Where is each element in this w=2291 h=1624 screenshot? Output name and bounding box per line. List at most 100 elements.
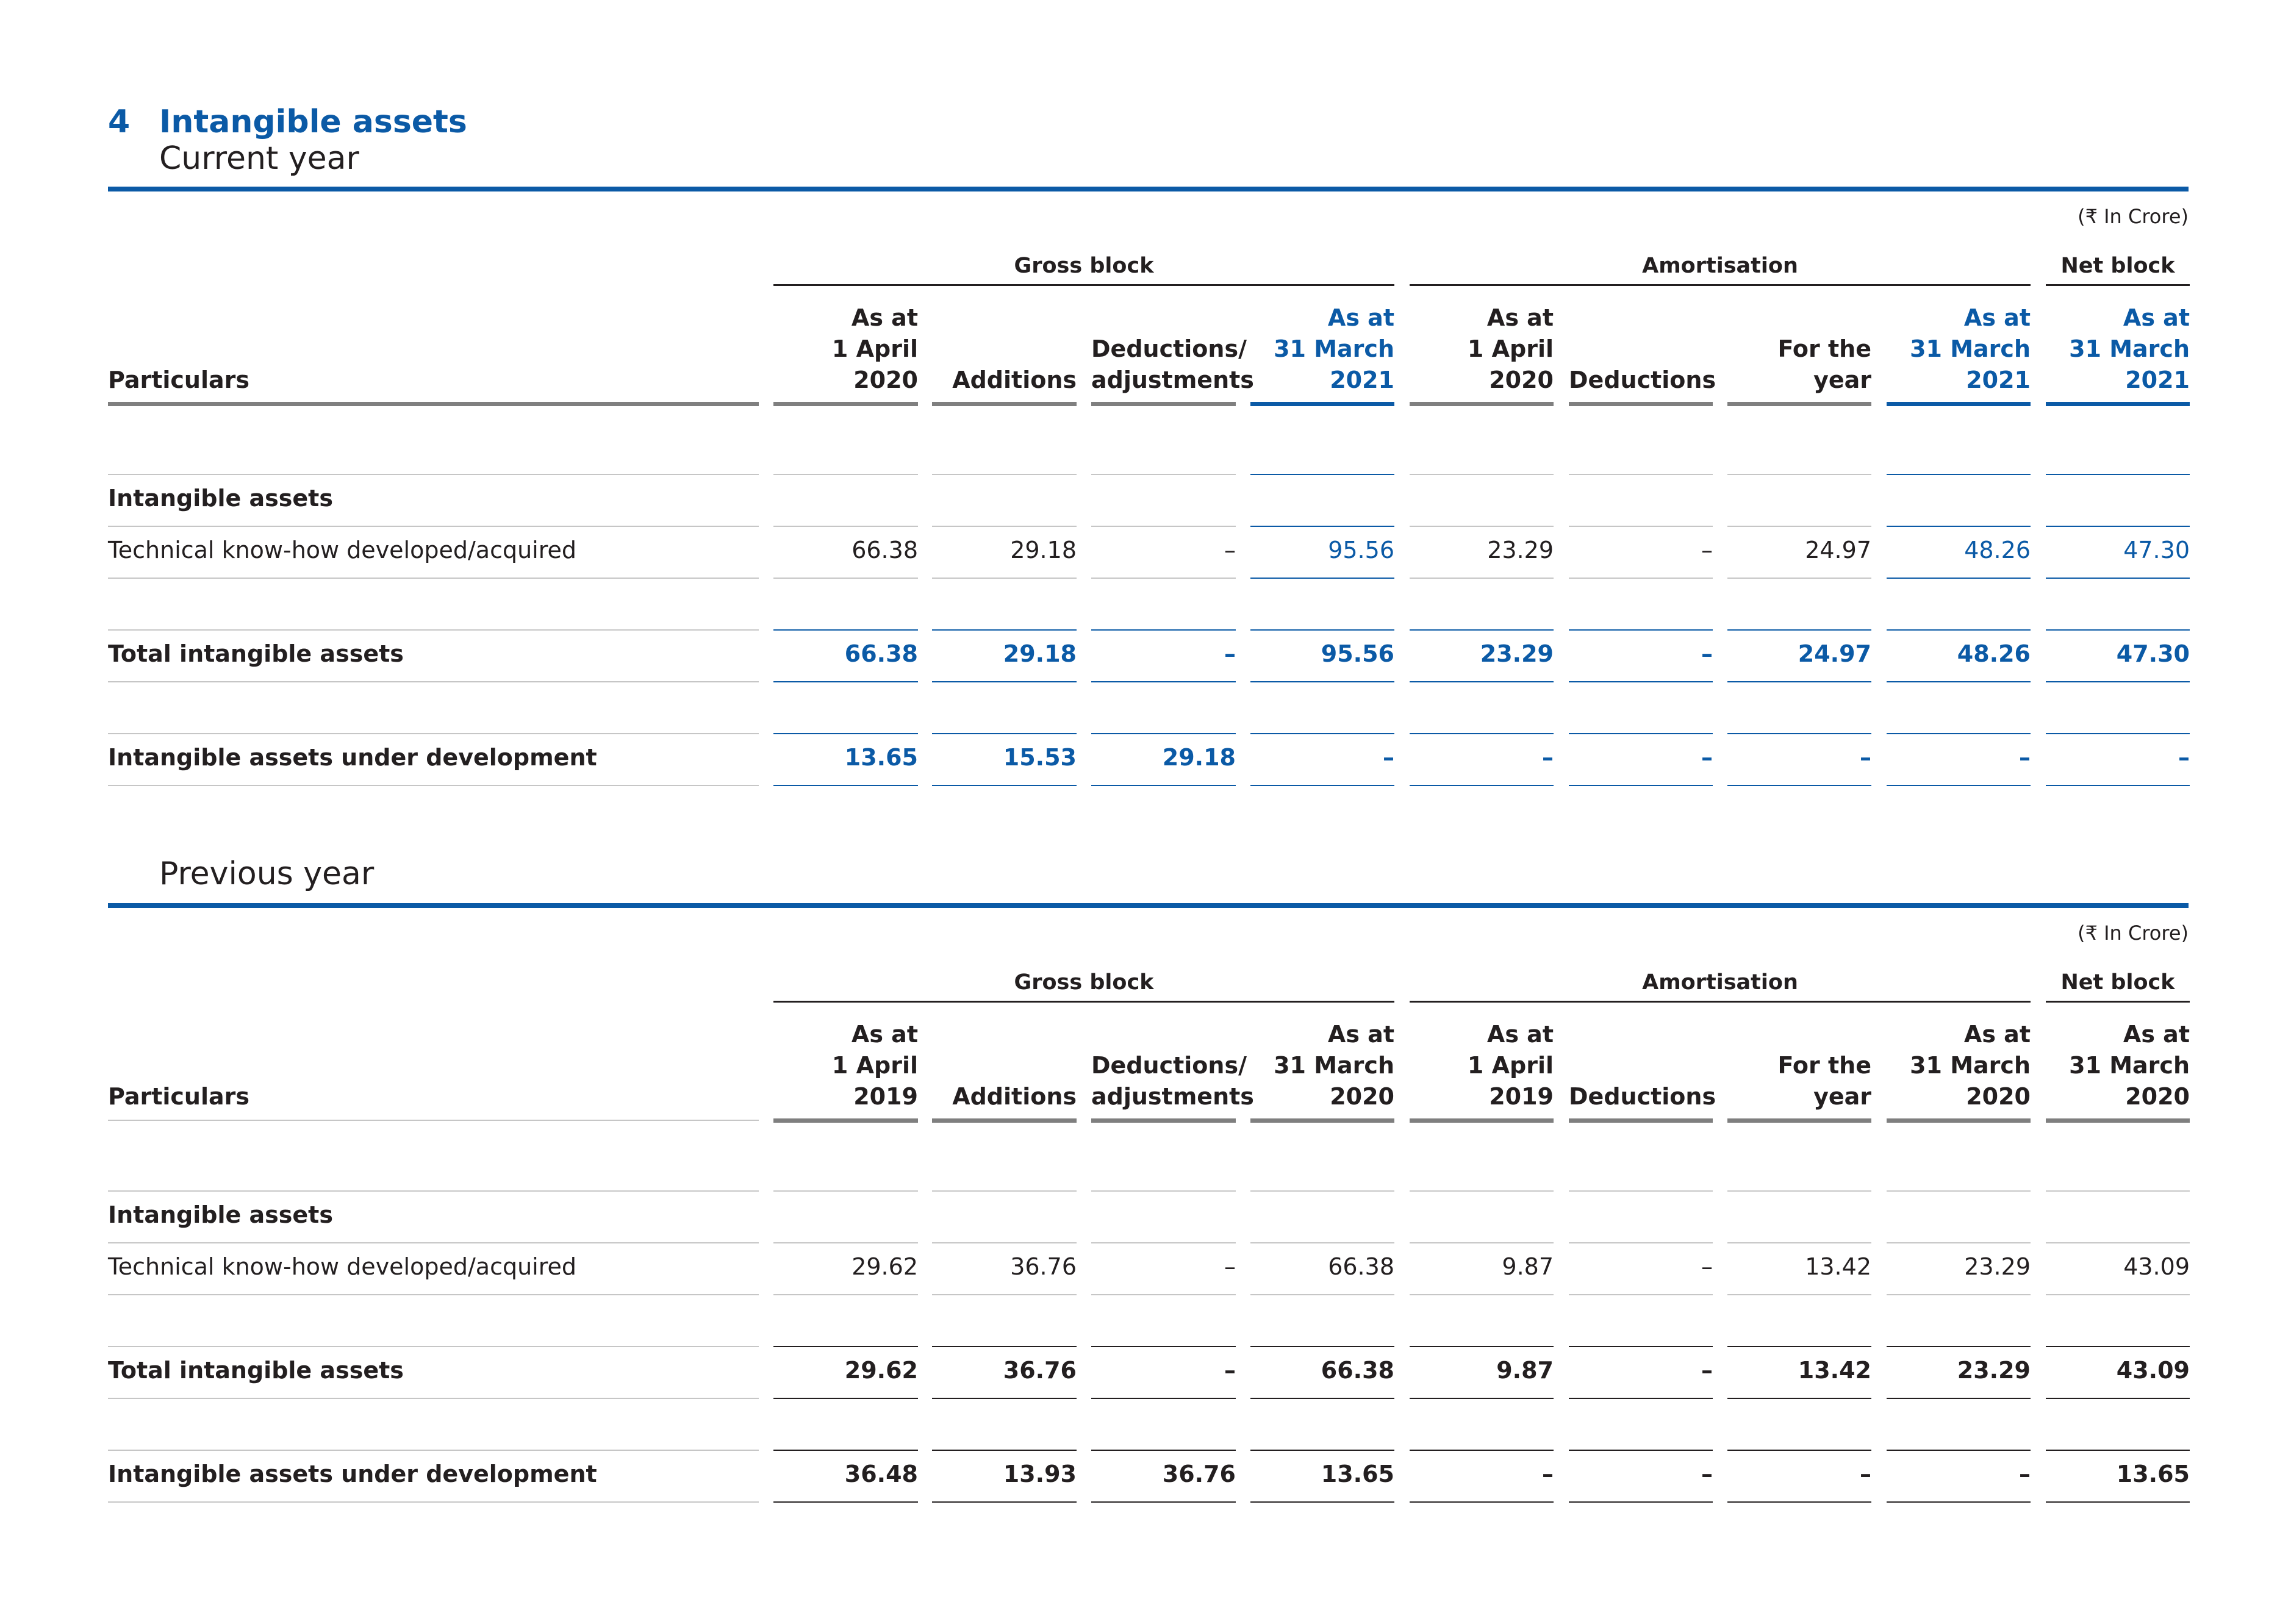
header-bar — [1727, 402, 1871, 406]
table-cell: – — [2019, 744, 2031, 771]
row-divider — [108, 578, 759, 579]
row-divider — [1887, 1242, 2031, 1243]
group-underline — [2046, 1001, 2190, 1003]
row-label-tech: Technical know-how developed/acquired — [108, 1253, 577, 1280]
table-cell: 36.76 — [1003, 1357, 1077, 1384]
row-divider — [932, 733, 1077, 734]
header-bar — [108, 402, 759, 406]
row-divider — [932, 1190, 1077, 1192]
row-divider — [1887, 526, 2031, 527]
row-divider — [1569, 1501, 1713, 1503]
row-divider — [1410, 1346, 1554, 1347]
row-divider — [1727, 1190, 1871, 1192]
row-divider — [932, 1346, 1077, 1347]
header-bar — [1091, 1118, 1236, 1123]
row-divider — [1727, 1294, 1871, 1295]
table-cell: 13.65 — [844, 744, 918, 771]
header-bar — [1569, 1118, 1713, 1123]
row-divider — [1250, 1450, 1394, 1451]
header-bar — [1091, 402, 1236, 406]
row-divider — [1727, 785, 1871, 786]
row-divider — [108, 629, 759, 631]
row-divider — [1727, 1450, 1871, 1451]
table-cell: – — [1224, 1357, 1236, 1384]
column-header-4: As at 31 March 2021 — [1274, 304, 1394, 393]
row-divider — [1250, 578, 1394, 579]
row-divider — [1250, 1501, 1394, 1503]
row-divider — [1091, 785, 1236, 786]
column-header-1: As at 1 April 2020 — [831, 304, 918, 393]
row-divider — [932, 1450, 1077, 1451]
row-divider — [1410, 1398, 1554, 1399]
table-cell: 13.65 — [1321, 1461, 1394, 1487]
header-bar — [773, 402, 918, 406]
row-divider — [932, 1294, 1077, 1295]
row-divider — [932, 578, 1077, 579]
row-divider — [1887, 578, 2031, 579]
table-cell: – — [1224, 537, 1236, 563]
row-divider — [2046, 1242, 2190, 1243]
row-divider — [2046, 785, 2190, 786]
row-divider — [932, 1398, 1077, 1399]
table-cell: 48.26 — [1964, 537, 2031, 563]
table-cell: 9.87 — [1502, 1253, 1554, 1280]
group-header-amort: Amortisation — [1642, 254, 1798, 278]
group-header-amort: Amortisation — [1642, 970, 1798, 995]
row-divider — [1887, 474, 2031, 475]
header-bar — [1250, 1118, 1394, 1123]
group-header-net: Net block — [2060, 970, 2175, 995]
row-divider — [932, 526, 1077, 527]
row-divider — [2046, 733, 2190, 734]
table-cell: 43.09 — [2116, 1357, 2190, 1384]
table-cell: 15.53 — [1003, 744, 1077, 771]
column-header-6: Deductions — [1569, 1083, 1716, 1110]
column-header-4: As at 31 March 2020 — [1274, 1021, 1394, 1110]
table-cell: – — [1701, 1461, 1713, 1487]
row-label-dev: Intangible assets under development — [108, 744, 597, 771]
row-divider — [1410, 733, 1554, 734]
header-bar — [932, 402, 1077, 406]
row-divider — [1569, 1450, 1713, 1451]
table-cell: 29.18 — [1003, 640, 1077, 667]
section-rule — [108, 187, 2189, 191]
row-divider — [1410, 785, 1554, 786]
table-cell: 23.29 — [1957, 1357, 2031, 1384]
table-cell: 13.42 — [1798, 1357, 1871, 1384]
table-cell: 66.38 — [1321, 1357, 1394, 1384]
table-cell: – — [2178, 744, 2190, 771]
row-divider — [1410, 629, 1554, 631]
row-divider — [1727, 1242, 1871, 1243]
table-cell: 66.38 — [1328, 1253, 1394, 1280]
table-cell: 29.18 — [1010, 537, 1077, 563]
row-divider — [1091, 1190, 1236, 1192]
group-underline — [1410, 1001, 2031, 1003]
row-divider — [932, 681, 1077, 682]
column-header-3: Deductions/ adjustments — [1091, 335, 1254, 393]
row-divider — [773, 1190, 918, 1192]
row-divider — [1569, 785, 1713, 786]
table-cell: – — [1860, 1461, 1871, 1487]
row-divider — [2046, 629, 2190, 631]
row-divider — [1410, 681, 1554, 682]
table-cell: – — [1701, 744, 1713, 771]
table-cell: 47.30 — [2123, 537, 2190, 563]
row-divider — [773, 681, 918, 682]
row-divider — [2046, 1190, 2190, 1192]
table-cell: 43.09 — [2123, 1253, 2190, 1280]
row-divider — [2046, 1501, 2190, 1503]
row-divider — [2046, 1398, 2190, 1399]
row-divider — [1887, 1190, 2031, 1192]
table-cell: 9.87 — [1496, 1357, 1554, 1384]
row-divider — [1727, 629, 1871, 631]
row-divider — [1091, 1398, 1236, 1399]
row-divider — [932, 1501, 1077, 1503]
table-cell: 29.62 — [852, 1253, 918, 1280]
row-divider — [1569, 578, 1713, 579]
row-divider — [1569, 1294, 1713, 1295]
table-cell: 13.65 — [2116, 1461, 2190, 1487]
table-cell: 29.18 — [1162, 744, 1236, 771]
row-divider — [773, 1294, 918, 1295]
row-divider — [1410, 578, 1554, 579]
row-divider — [1727, 733, 1871, 734]
row-divider — [773, 1450, 918, 1451]
